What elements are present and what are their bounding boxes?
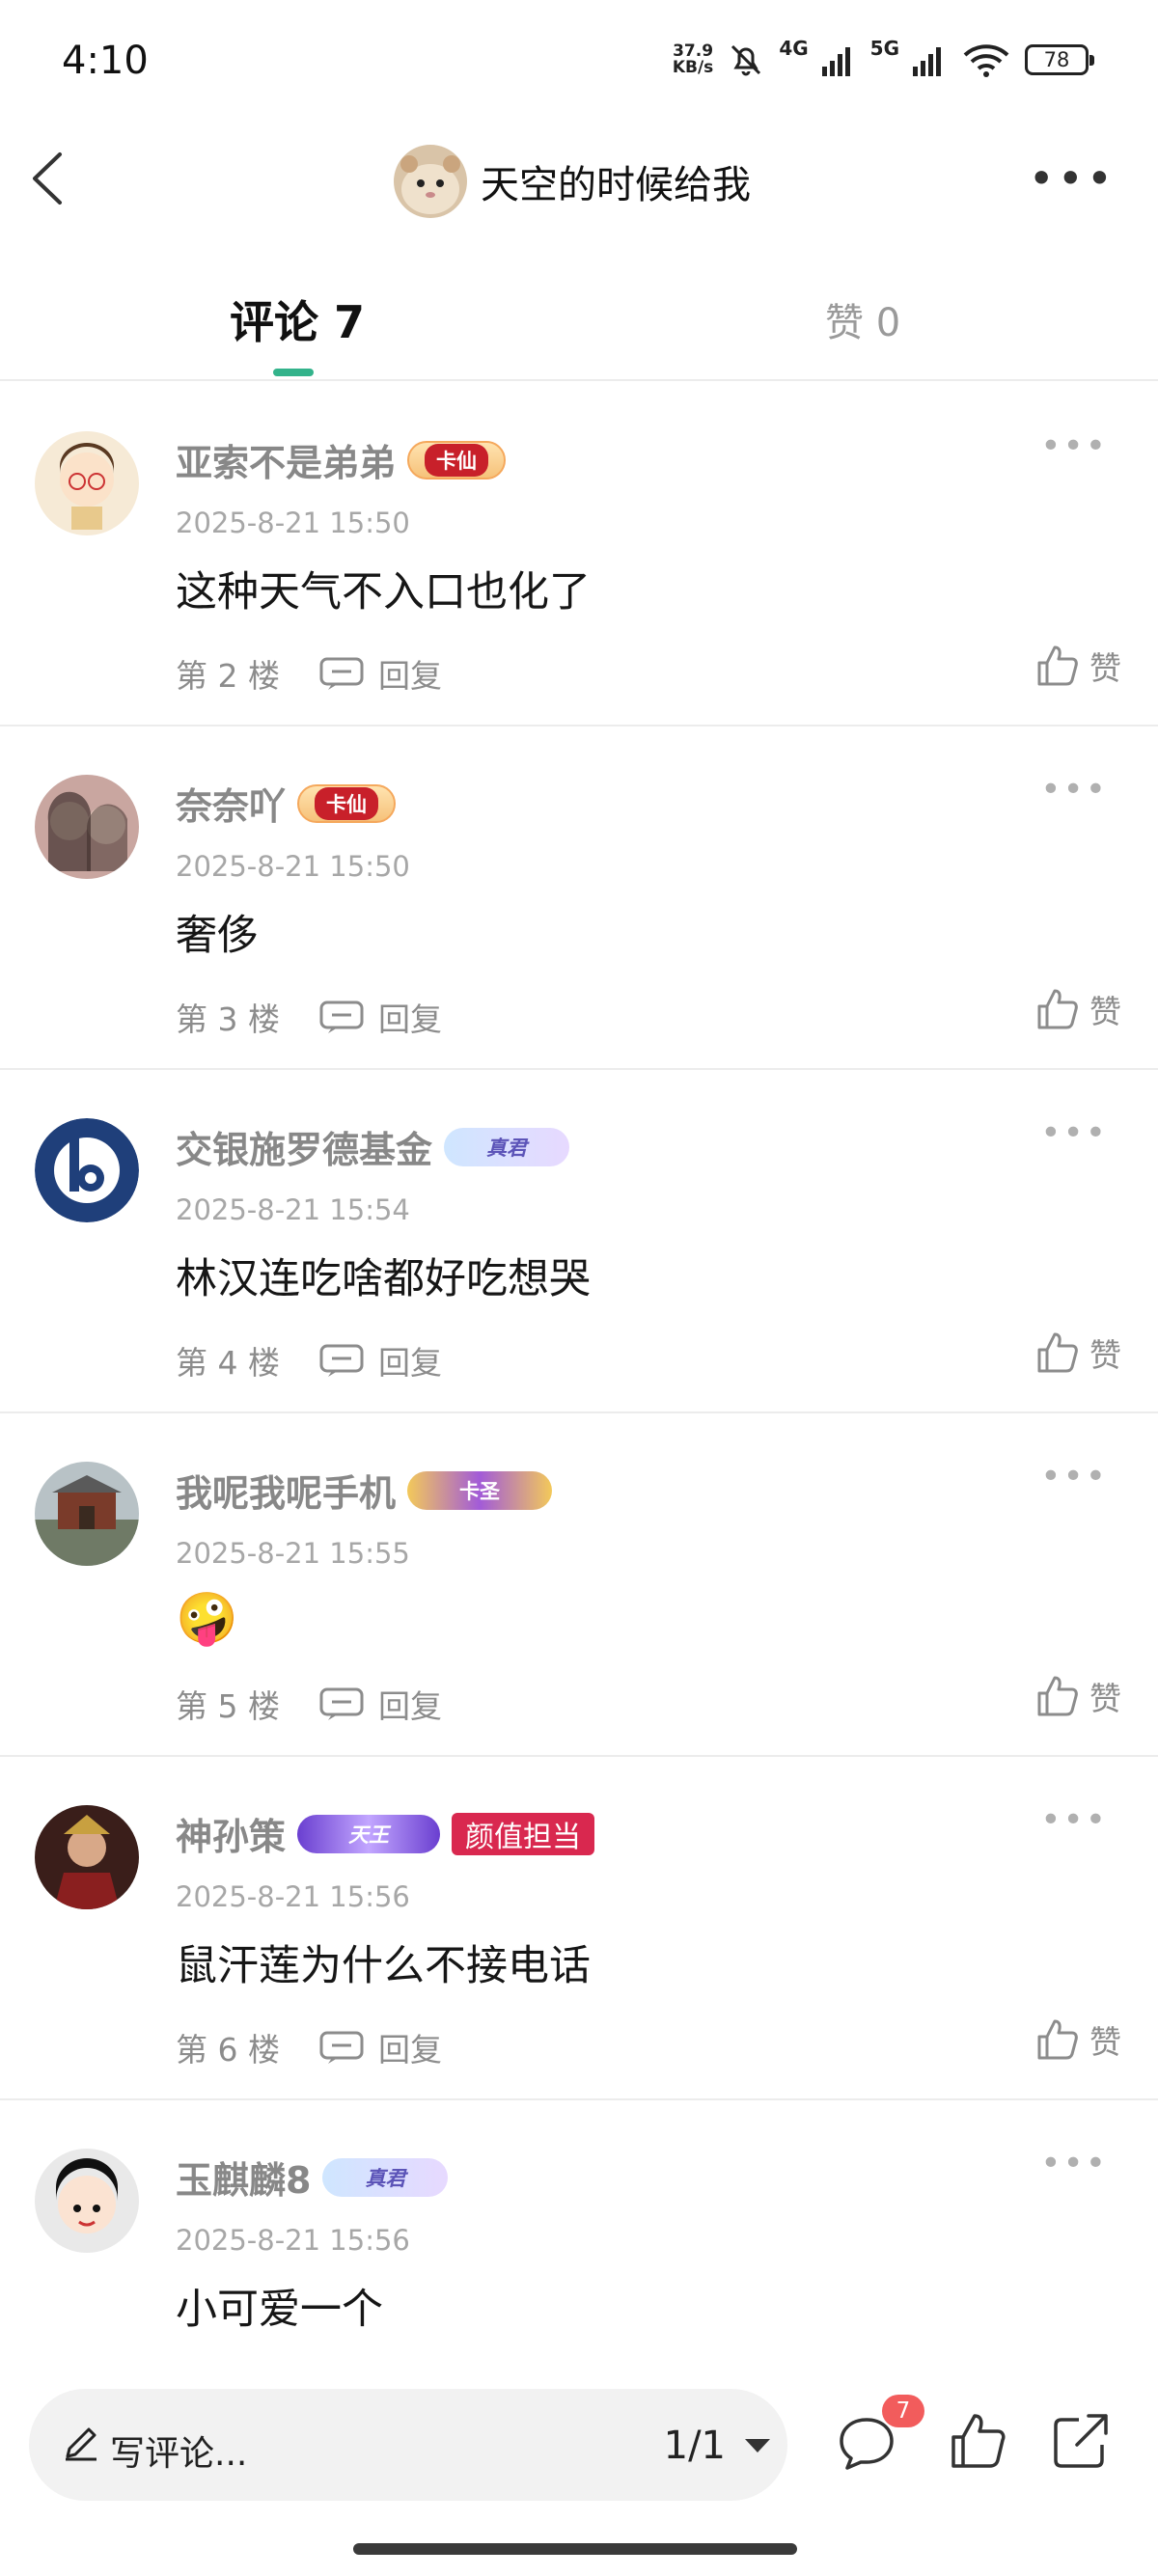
user-avatar[interactable] [35, 431, 139, 535]
comment-emoji: 🤪 [176, 1590, 238, 1648]
clock: 4:10 [62, 39, 149, 83]
reply-button[interactable]: 回复 [318, 994, 442, 1040]
tab-active-indicator [273, 369, 314, 376]
level-badge: 真君 [322, 2157, 449, 2197]
like-button[interactable]: 赞 [1035, 643, 1121, 689]
write-comment-input[interactable]: 写评论... 1/1 [29, 2389, 787, 2501]
share-icon[interactable] [1050, 2410, 1112, 2472]
net-speed: 37.9 KB/s [672, 41, 714, 77]
reply-icon [319, 2031, 364, 2064]
comment-time: 2025-8-21 15:54 [176, 1193, 410, 1226]
like-button[interactable]: 赞 [1035, 2016, 1121, 2063]
reply-button[interactable]: 回复 [318, 650, 442, 697]
level-badge: 天王 [297, 1814, 441, 1853]
level-badge: 卡圣 [407, 1470, 553, 1510]
page-dropdown-arrow-icon[interactable] [745, 2439, 770, 2453]
bottom-action-bar: 写评论... 1/1 7 [0, 2364, 1158, 2576]
post-title-text: 天空的时候给我 [481, 163, 751, 207]
like-button[interactable]: 赞 [1035, 1329, 1121, 1376]
user-avatar[interactable] [35, 1118, 139, 1222]
level-badge: 卡仙 [407, 440, 507, 480]
username[interactable]: 我呢我呢手机 [176, 1464, 396, 1517]
reply-button[interactable]: 回复 [318, 2024, 442, 2070]
more-options-icon[interactable]: ••• [1029, 156, 1116, 201]
comment-item: 奈奈吖 卡仙 ••• 2025-8-21 15:50 奢侈 第 3 楼 回复 赞 [0, 726, 1158, 1070]
floor-number: 第 2 楼 [176, 657, 280, 695]
username[interactable]: 神孙策 [176, 1807, 286, 1860]
username[interactable]: 奈奈吖 [176, 777, 286, 830]
tab-comments[interactable]: 评论 7 [230, 288, 365, 351]
comment-more-icon[interactable]: ••• [1040, 1460, 1108, 1494]
pencil-icon [66, 2427, 96, 2461]
comment-text: 奢侈 [176, 912, 259, 960]
user-avatar[interactable] [35, 775, 139, 879]
comment-item: 亚索不是弟弟 卡仙 ••• 2025-8-21 15:50 这种天气不入口也化了… [0, 383, 1158, 726]
thumbs-up-icon [1037, 645, 1078, 686]
back-arrow-icon[interactable] [21, 145, 89, 212]
comment-item: 交银施罗德基金 真君 ••• 2025-8-21 15:54 林汉连吃啥都好吃想… [0, 1070, 1158, 1413]
signal-4g-icon [821, 47, 850, 76]
tab-bar: 评论 7 赞 0 [0, 280, 1158, 381]
username[interactable]: 玉麒麟8 [176, 2151, 311, 2204]
floor-number: 第 4 楼 [176, 1344, 280, 1382]
comment-time: 2025-8-21 15:50 [176, 850, 410, 883]
comment-more-icon[interactable]: ••• [1040, 429, 1108, 464]
status-bar: 4:10 37.9 KB/s 4G 5G 78 [0, 0, 1158, 125]
thumbs-up-icon [1037, 989, 1078, 1029]
comment-text: 鼠汗莲为什么不接电话 [176, 1942, 591, 1990]
battery-indicator: 78 [1025, 44, 1094, 75]
floor-number: 第 6 楼 [176, 2031, 280, 2069]
comment-more-icon[interactable]: ••• [1040, 1116, 1108, 1151]
username[interactable]: 交银施罗德基金 [176, 1120, 432, 1173]
title-badge: 颜值担当 [452, 1812, 595, 1855]
comment-list: 亚索不是弟弟 卡仙 ••• 2025-8-21 15:50 这种天气不入口也化了… [0, 383, 1158, 2444]
comment-time: 2025-8-21 15:56 [176, 1880, 410, 1913]
like-button[interactable]: 赞 [1035, 1673, 1121, 1719]
page-indicator[interactable]: 1/1 [664, 2424, 726, 2468]
level-badge: 真君 [444, 1127, 570, 1166]
home-indicator[interactable] [353, 2543, 797, 2555]
floor-number: 第 5 楼 [176, 1687, 280, 1725]
user-avatar[interactable] [35, 1462, 139, 1566]
comment-text: 林汉连吃啥都好吃想哭 [176, 1255, 591, 1303]
comment-count-badge: 7 [882, 2395, 924, 2427]
user-avatar[interactable] [35, 2149, 139, 2253]
reply-icon [319, 1344, 364, 1377]
write-comment-placeholder: 写评论... [110, 2434, 248, 2474]
thumbs-up-icon [1037, 1332, 1078, 1373]
comment-more-icon[interactable]: ••• [1040, 773, 1108, 808]
floor-number: 第 3 楼 [176, 1000, 280, 1038]
reply-button[interactable]: 回复 [318, 1337, 442, 1384]
like-button[interactable]: 赞 [1035, 986, 1121, 1032]
level-badge: 卡仙 [297, 783, 397, 823]
mute-bell-icon [731, 44, 761, 76]
reply-icon [319, 1687, 364, 1720]
user-avatar[interactable] [35, 1805, 139, 1909]
wifi-icon [963, 44, 1009, 77]
comment-more-icon[interactable]: ••• [1040, 2147, 1108, 2181]
comment-item: 我呢我呢手机 卡圣 ••• 2025-8-21 15:55 🤪 第 5 楼 回复… [0, 1413, 1158, 1757]
signal-5g-icon [913, 47, 941, 76]
comment-text: 这种天气不入口也化了 [176, 568, 591, 617]
tab-likes[interactable]: 赞 0 [825, 291, 900, 347]
post-title[interactable]: 天空的时候给我 [394, 145, 751, 218]
hamster-avatar [394, 145, 467, 218]
thumbs-up-icon [1037, 1676, 1078, 1716]
comment-time: 2025-8-21 15:56 [176, 2224, 410, 2257]
status-icons: 37.9 KB/s 4G 5G 78 [672, 37, 1094, 79]
network-5g-label: 5G [869, 37, 899, 60]
comment-more-icon[interactable]: ••• [1040, 1803, 1108, 1838]
reply-icon [319, 657, 364, 690]
comment-item: 神孙策 天王 颜值担当 ••• 2025-8-21 15:56 鼠汗莲为什么不接… [0, 1757, 1158, 2100]
nav-header: 天空的时候给我 ••• [0, 125, 1158, 236]
comment-time: 2025-8-21 15:55 [176, 1537, 410, 1570]
thumbs-up-icon [1037, 2019, 1078, 2060]
thumbs-up-icon[interactable] [948, 2410, 1009, 2472]
network-4g-label: 4G [779, 37, 809, 60]
comment-time: 2025-8-21 15:50 [176, 507, 410, 539]
reply-button[interactable]: 回复 [318, 1681, 442, 1727]
username[interactable]: 亚索不是弟弟 [176, 433, 396, 486]
comment-text: 小可爱一个 [176, 2286, 383, 2334]
reply-icon [319, 1000, 364, 1033]
